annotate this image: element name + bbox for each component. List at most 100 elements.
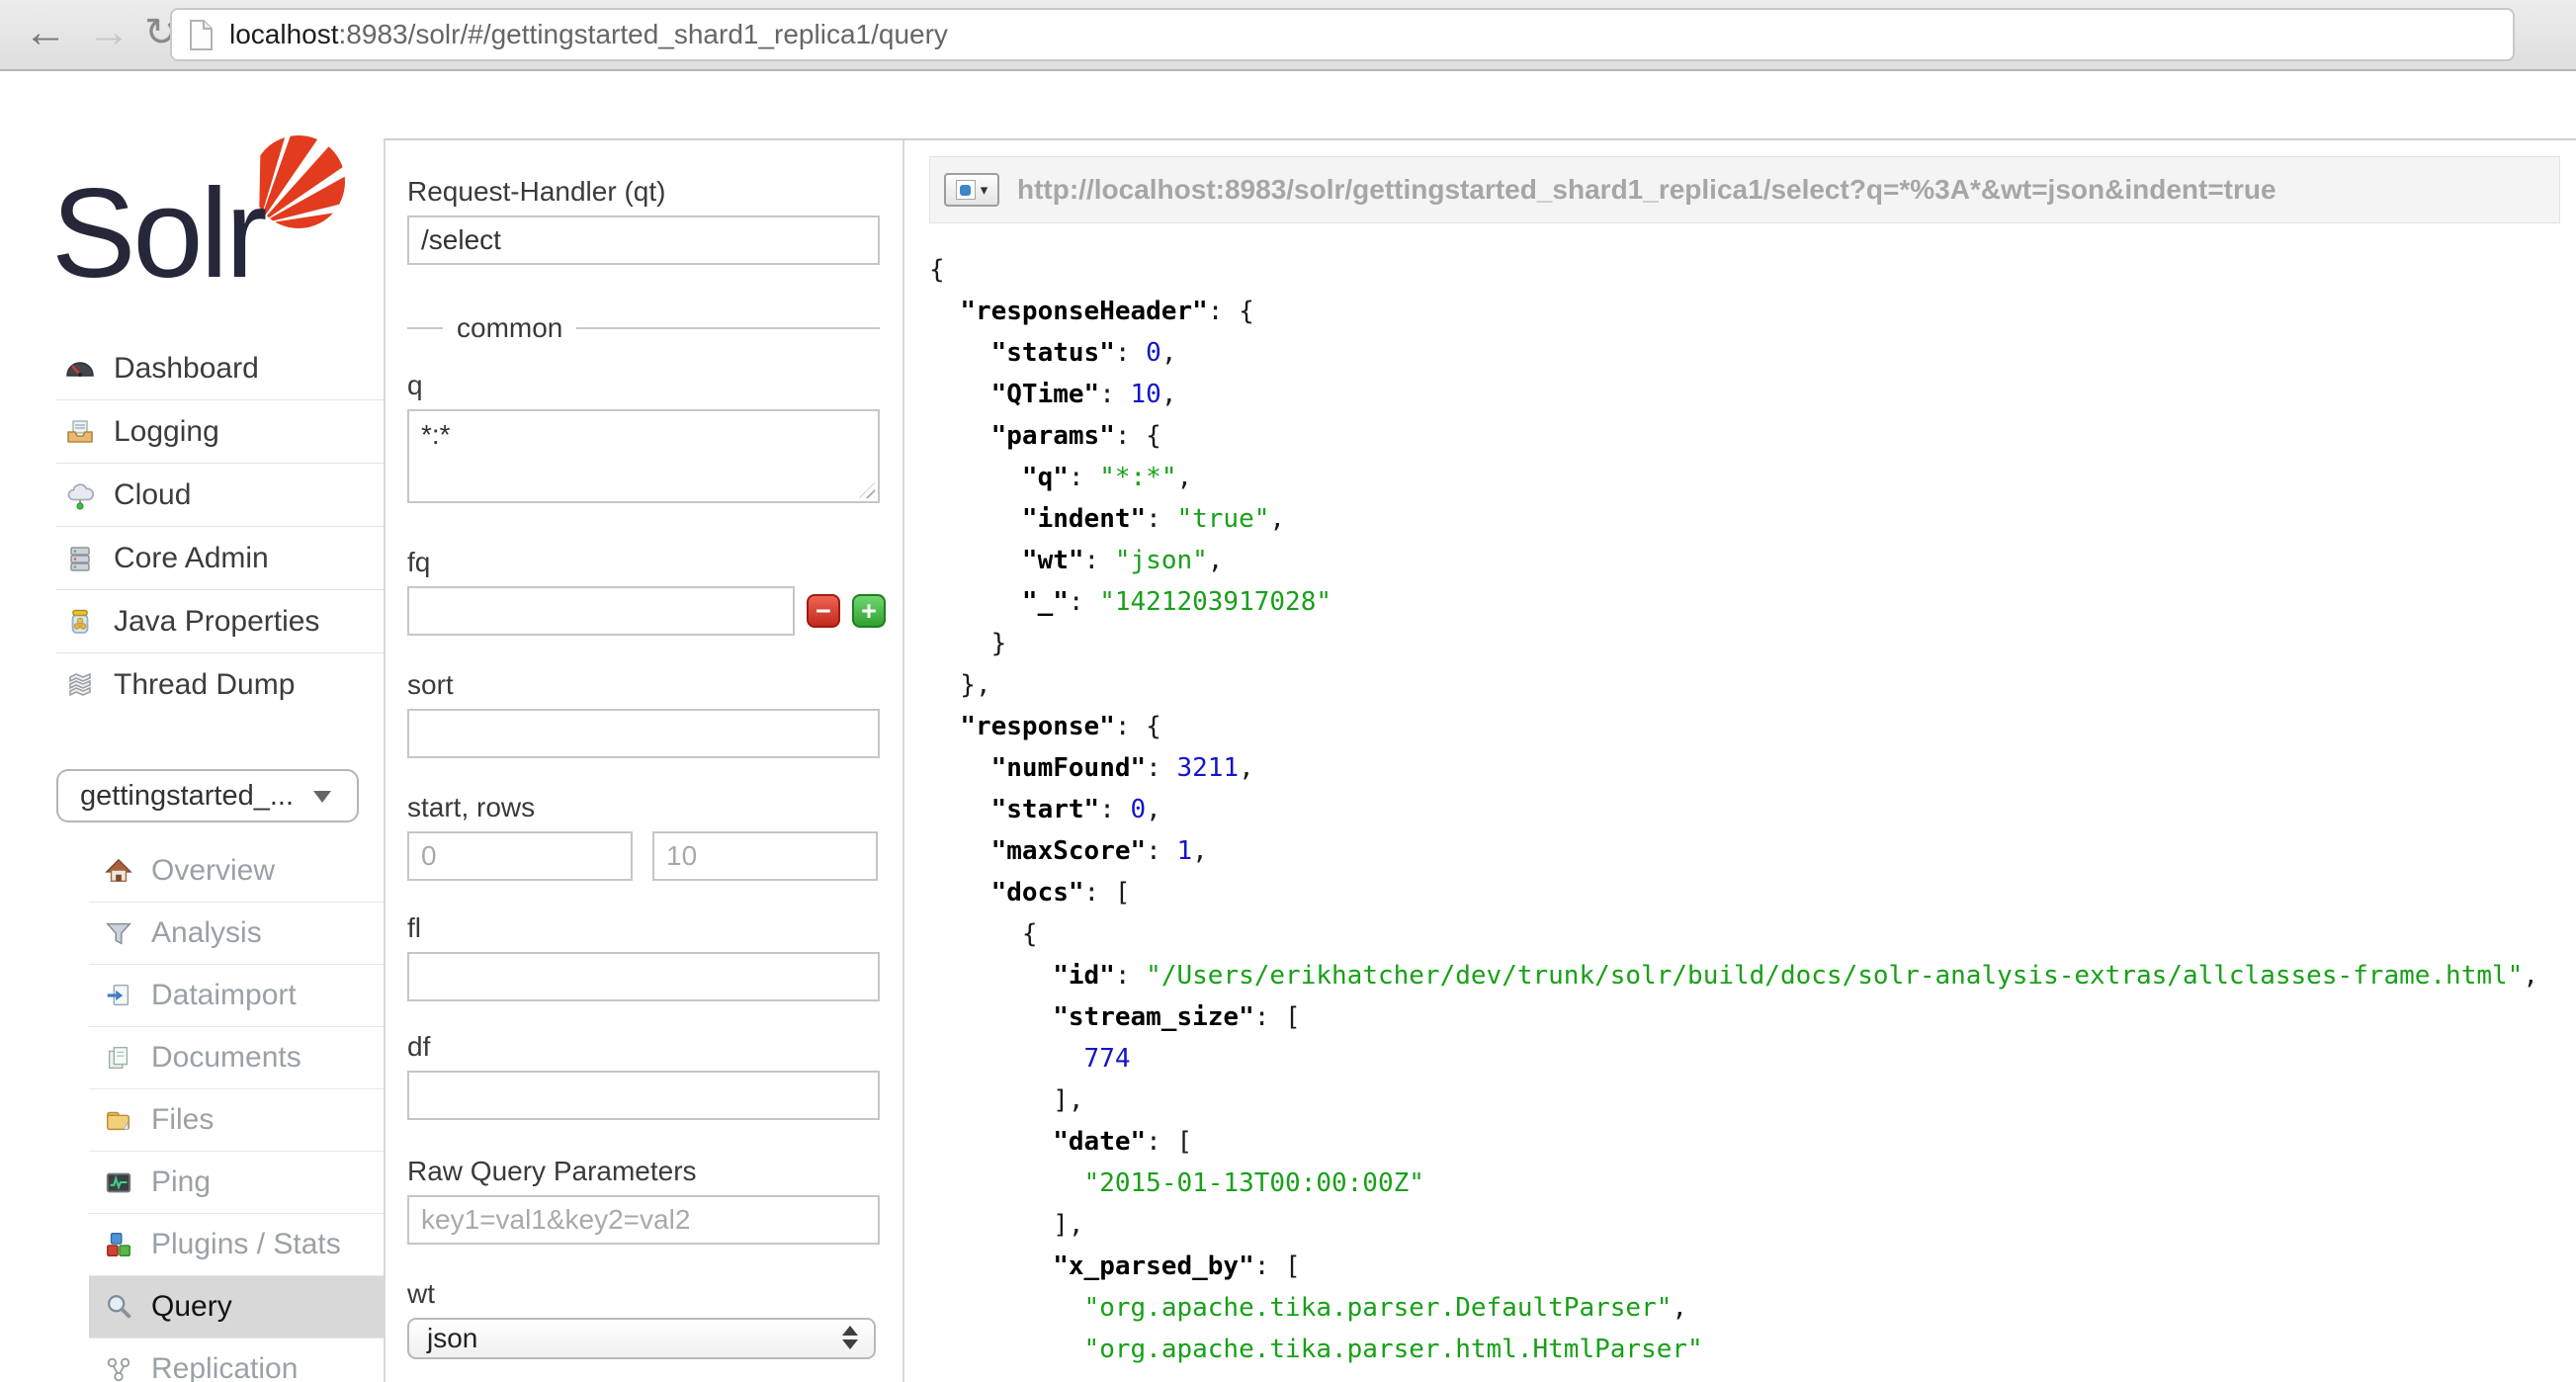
start-input[interactable] (407, 831, 633, 881)
url-path: :8983/solr/#/gettingstarted_shard1_repli… (339, 19, 948, 49)
browser-url: localhost:8983/solr/#/gettingstarted_sha… (229, 19, 948, 50)
json-line: "org.apache.tika.parser.html.HtmlParser" (929, 1329, 2576, 1370)
rows-input[interactable] (652, 831, 878, 881)
url-host: localhost (229, 19, 339, 49)
documents-icon (104, 1043, 135, 1073)
url-toggle-icon[interactable]: ▾ (944, 173, 999, 207)
sidebar-item-label: Thread Dump (114, 668, 295, 702)
main-nav: Dashboard Logging Cloud (56, 337, 384, 716)
solr-logo-text: Solr (51, 163, 266, 299)
java-properties-icon (64, 606, 98, 638)
funnel-icon (104, 918, 135, 948)
browser-address-bar[interactable]: localhost:8983/solr/#/gettingstarted_sha… (170, 8, 2515, 61)
ping-icon (104, 1167, 135, 1197)
solr-logo-burst (259, 130, 348, 263)
cloud-icon (64, 479, 98, 511)
json-line: ], (929, 1204, 2576, 1246)
raw-query-params-label: Raw Query Parameters (407, 1156, 902, 1187)
core-selector-dropdown[interactable]: gettingstarted_... (56, 769, 359, 822)
dashboard-icon (64, 353, 98, 385)
request-handler-input[interactable] (407, 216, 880, 265)
sidebar-item-label: Dataimport (151, 979, 297, 1012)
start-rows-label: start, rows (407, 792, 902, 823)
sidebar-item-label: Cloud (114, 478, 191, 512)
sidebar-item-label: Documents (151, 1041, 301, 1075)
sidebar-item-analysis[interactable]: Analysis (89, 902, 384, 964)
sidebar-item-thread-dump[interactable]: Thread Dump (56, 652, 384, 716)
raw-query-params-input[interactable] (407, 1195, 880, 1245)
solr-admin-app: ← → ↻ localhost:8983/solr/#/gettingstart… (0, 0, 2576, 1382)
sidebar-item-core-admin[interactable]: Core Admin (56, 526, 384, 589)
browser-back-icon[interactable]: ← (24, 0, 67, 69)
q-value: *:* (421, 419, 451, 450)
thread-dump-icon (64, 669, 98, 701)
query-panel: Request-Handler (qt) common q *:* fq − + (384, 138, 2576, 1382)
sidebar-item-query[interactable]: Query (89, 1275, 384, 1338)
fl-input[interactable] (407, 952, 880, 1001)
json-line: "responseHeader": { (929, 291, 2576, 332)
sidebar-item-overview[interactable]: Overview (89, 840, 384, 902)
request-url-link[interactable]: http://localhost:8983/solr/gettingstarte… (1017, 174, 2276, 206)
folder-icon (104, 1105, 135, 1135)
json-line: "response": { (929, 706, 2576, 747)
df-input[interactable] (407, 1071, 880, 1120)
remove-filter-button[interactable]: − (807, 594, 840, 628)
sort-input[interactable] (407, 709, 880, 758)
fq-input[interactable] (407, 586, 795, 636)
sidebar-item-dashboard[interactable]: Dashboard (56, 337, 384, 399)
df-label: df (407, 1031, 902, 1063)
sidebar-item-cloud[interactable]: Cloud (56, 463, 384, 526)
sidebar-item-replication[interactable]: Replication (89, 1338, 384, 1382)
sidebar-item-label: Dashboard (114, 352, 259, 386)
request-handler-label: Request-Handler (qt) (407, 176, 902, 208)
json-line: "numFound": 3211, (929, 747, 2576, 789)
logging-icon (64, 416, 98, 448)
query-form: Request-Handler (qt) common q *:* fq − + (386, 140, 904, 1382)
home-icon (104, 856, 135, 886)
query-output: ▾ http://localhost:8983/solr/gettingstar… (906, 140, 2576, 1382)
page-body: Solr Dashboard Logging (0, 71, 2576, 1382)
json-line: }, (929, 664, 2576, 706)
sidebar-item-logging[interactable]: Logging (56, 399, 384, 463)
resize-handle-icon[interactable] (859, 482, 875, 498)
add-filter-button[interactable]: + (852, 594, 886, 628)
sort-label: sort (407, 669, 902, 701)
json-line: "x_parsed_by": [ (929, 1246, 2576, 1287)
plugins-icon (104, 1230, 135, 1259)
sidebar: Solr Dashboard Logging (0, 71, 384, 1382)
legend-dash (407, 327, 443, 329)
fq-row: − + (407, 586, 902, 636)
sidebar-item-files[interactable]: Files (89, 1088, 384, 1151)
json-line: "indent": "true", (929, 498, 2576, 540)
chevron-down-icon: ▾ (981, 181, 988, 199)
json-line: "q": "*:*", (929, 457, 2576, 498)
sidebar-item-label: Replication (151, 1352, 298, 1382)
json-line: "id": "/Users/erikhatcher/dev/trunk/solr… (929, 955, 2576, 996)
core-admin-icon (64, 543, 98, 574)
common-section-legend: common (407, 312, 880, 344)
sidebar-item-java-properties[interactable]: Java Properties (56, 589, 384, 652)
sidebar-item-ping[interactable]: Ping (89, 1151, 384, 1213)
sidebar-item-plugins-stats[interactable]: Plugins / Stats (89, 1213, 384, 1275)
solr-logo[interactable]: Solr (51, 130, 348, 303)
page-icon (188, 19, 214, 51)
json-line: { (929, 913, 2576, 955)
chevron-down-icon (313, 791, 331, 803)
json-line: "date": [ (929, 1121, 2576, 1163)
sidebar-item-label: Ping (151, 1166, 211, 1199)
sidebar-item-dataimport[interactable]: Dataimport (89, 964, 384, 1026)
q-textarea[interactable]: *:* (407, 409, 880, 503)
legend-line (576, 327, 880, 329)
json-line: "wt": "json", (929, 540, 2576, 581)
request-url-bar[interactable]: ▾ http://localhost:8983/solr/gettingstar… (929, 156, 2560, 223)
wt-select[interactable]: json (407, 1318, 876, 1359)
sidebar-item-label: Plugins / Stats (151, 1228, 341, 1261)
browser-forward-icon[interactable]: → (87, 0, 130, 69)
sidebar-item-label: Query (151, 1290, 232, 1324)
json-line: "maxScore": 1, (929, 830, 2576, 872)
json-line: "2015-01-13T00:00:00Z" (929, 1163, 2576, 1204)
select-arrows-icon (842, 1326, 858, 1349)
sidebar-item-label: Logging (114, 415, 219, 449)
wt-label: wt (407, 1278, 902, 1310)
sidebar-item-documents[interactable]: Documents (89, 1026, 384, 1088)
